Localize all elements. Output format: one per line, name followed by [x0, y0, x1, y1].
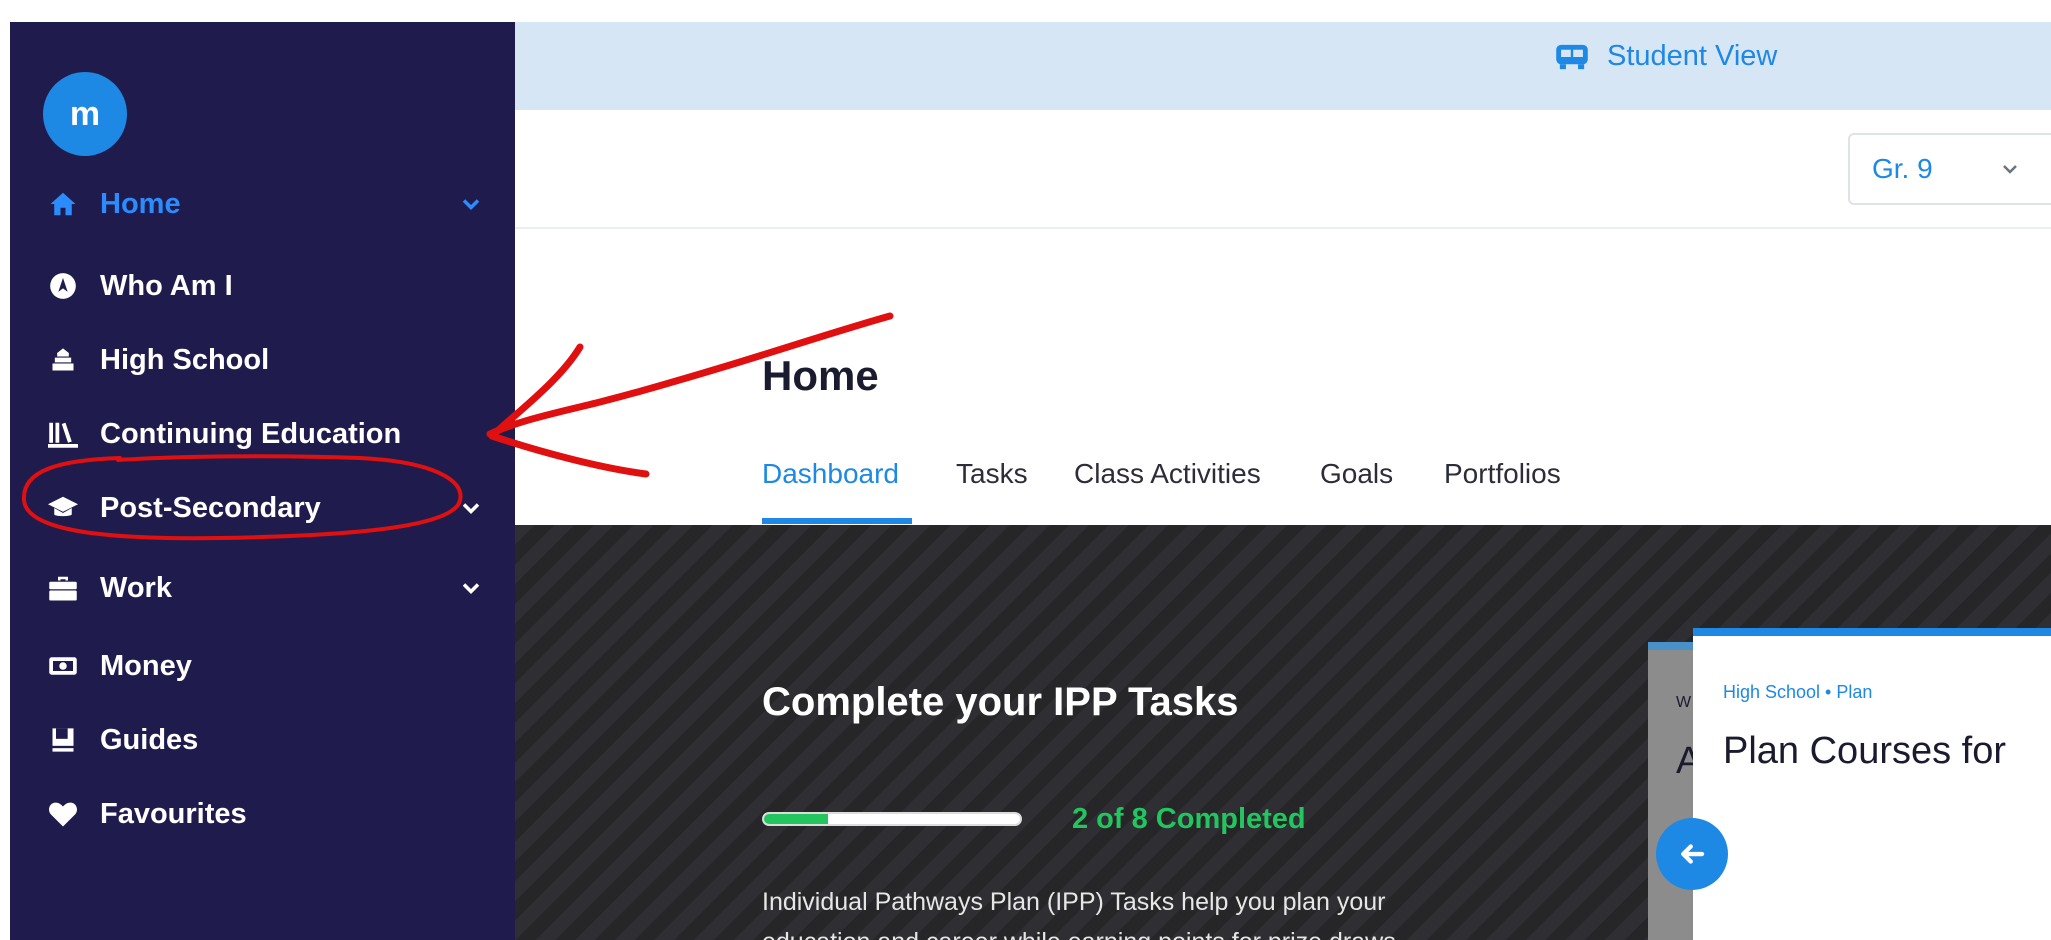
compass-icon — [46, 269, 80, 303]
sidebar-item-label: Post-Secondary — [100, 491, 321, 524]
app-logo[interactable]: m — [43, 72, 127, 156]
card-category-partial: W — [1676, 694, 1692, 711]
sidebar-item-continuing-education[interactable]: Continuing Education — [10, 406, 515, 462]
sidebar-item-label: Who Am I — [100, 269, 233, 302]
tab-dashboard[interactable]: Dashboard — [762, 458, 899, 490]
heart-icon — [46, 797, 80, 831]
sidebar-item-money[interactable]: Money — [10, 638, 515, 694]
tab-goals[interactable]: Goals — [1320, 458, 1393, 490]
tab-tasks[interactable]: Tasks — [956, 458, 1028, 490]
page-title: Home — [762, 352, 879, 399]
sidebar-item-home[interactable]: Home — [10, 176, 515, 232]
sidebar-item-label: High School — [100, 343, 270, 376]
active-tab-indicator — [762, 518, 912, 524]
sidebar-item-post-secondary[interactable]: Post-Secondary — [10, 480, 515, 536]
chevron-down-icon[interactable] — [457, 190, 485, 218]
sidebar-item-label: Continuing Education — [100, 417, 402, 450]
sidebar-item-who-am-i[interactable]: Who Am I — [10, 258, 515, 314]
ipp-progress-text: 2 of 8 Completed — [1072, 803, 1306, 835]
grade-select[interactable]: Gr. 9 — [1848, 133, 2051, 205]
sidebar-item-high-school[interactable]: High School — [10, 332, 515, 388]
graduation-cap-icon — [46, 491, 80, 525]
card-title: Plan Courses for — [1723, 730, 2007, 772]
sidebar-item-label: Work — [100, 571, 172, 604]
card-category: High School • Plan — [1723, 682, 1873, 702]
logo-text: m — [69, 94, 101, 133]
hero-title: Complete your IPP Tasks — [762, 680, 1239, 724]
sidebar-item-favourites[interactable]: Favourites — [10, 786, 515, 842]
chevron-down-icon — [2003, 165, 2017, 174]
briefcase-icon — [46, 571, 80, 605]
grade-select-value: Gr. 9 — [1872, 153, 1933, 184]
chevron-down-icon[interactable] — [457, 574, 485, 602]
arrow-left-icon — [1681, 844, 1705, 864]
sidebar-item-label: Home — [100, 187, 181, 220]
chevron-down-icon[interactable] — [457, 494, 485, 522]
student-view-banner — [515, 22, 2051, 110]
ipp-progress-fill — [764, 814, 828, 824]
student-view-link[interactable]: Student View — [1555, 40, 1777, 73]
header-divider — [515, 227, 2051, 229]
tab-portfolios[interactable]: Portfolios — [1444, 458, 1561, 490]
task-card-current[interactable]: High School • Plan Plan Courses for — [1693, 628, 2051, 940]
sidebar-item-label: Money — [100, 649, 192, 682]
bus-icon — [1556, 44, 1588, 69]
home-icon — [46, 187, 80, 221]
school-icon — [46, 343, 80, 377]
annotation-arrow-head — [488, 343, 650, 478]
ipp-progress-bar — [762, 812, 1022, 826]
sidebar-item-label: Guides — [100, 723, 199, 756]
sidebar: m Home Who Am I High School Continuing E… — [10, 22, 515, 940]
carousel-prev-button[interactable] — [1656, 818, 1728, 890]
sidebar-item-guides[interactable]: Guides — [10, 712, 515, 768]
hero-description: Individual Pathways Plan (IPP) Tasks hel… — [762, 888, 1403, 940]
tab-class-activities[interactable]: Class Activities — [1074, 458, 1261, 490]
book-icon — [46, 723, 80, 757]
money-icon — [46, 649, 80, 683]
sidebar-item-label: Favourites — [100, 797, 247, 830]
books-icon — [46, 417, 80, 451]
sidebar-item-work[interactable]: Work — [10, 560, 515, 616]
student-view-label: Student View — [1607, 40, 1778, 72]
